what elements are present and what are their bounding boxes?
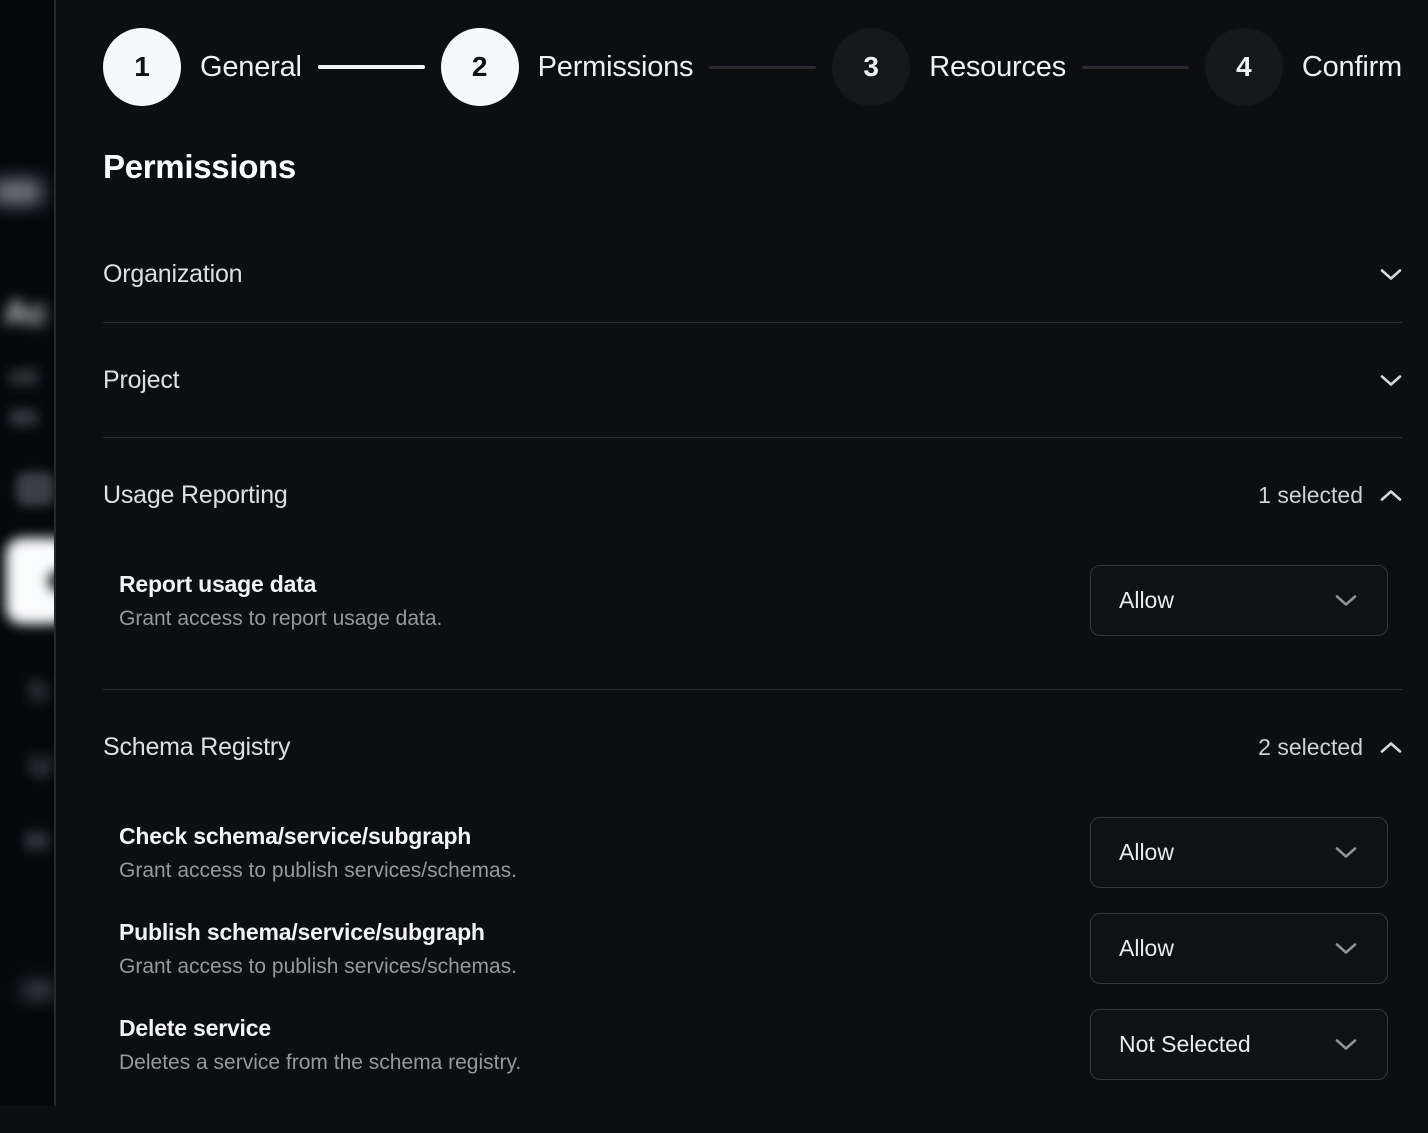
step-label: General [200,51,302,84]
wizard-stepper: 1 General 2 Permissions 3 Resources 4 Co… [103,28,1402,106]
step-permissions[interactable]: 2 Permissions [441,28,694,106]
section-title: Organization [103,260,242,289]
blurred-white-card [6,538,54,624]
create-wizard-panel: 1 General 2 Permissions 3 Resources 4 Co… [54,0,1428,1106]
delete-service-select[interactable]: Not Selected [1090,1009,1388,1080]
blurred-blob [22,982,54,998]
permission-description: Grant access to report usage data. [119,607,442,631]
permission-title: Report usage data [119,571,442,598]
section-header-project[interactable]: Project [103,323,1402,437]
permission-description: Deletes a service from the schema regist… [119,1051,521,1075]
select-value: Not Selected [1119,1031,1251,1058]
section-header-usage-reporting[interactable]: Usage Reporting 1 selected [103,438,1402,552]
section-title: Usage Reporting [103,481,288,510]
permission-title: Delete service [119,1015,521,1042]
step-number: 2 [441,28,519,106]
blurred-blob [0,180,42,204]
permission-items: Report usage data Grant access to report… [103,565,1402,689]
permission-item: Delete service Deletes a service from th… [119,1009,1402,1080]
step-connector [1082,66,1189,69]
blurred-text-fragment: co [10,360,37,391]
section-organization: Organization [103,226,1402,323]
selected-count: 1 selected [1258,482,1363,509]
background-app-sidebar: Ac co as Ti U H [0,0,54,1106]
chevron-down-icon [1335,1038,1357,1051]
permission-text: Report usage data Grant access to report… [119,571,442,631]
permission-items: Check schema/service/subgraph Grant acce… [103,817,1402,1133]
section-header-organization[interactable]: Organization [103,226,1402,322]
select-value: Allow [1119,839,1174,866]
permission-text: Publish schema/service/subgraph Grant ac… [119,919,517,979]
chevron-down-icon [1380,374,1402,387]
chevron-up-icon [1380,489,1402,502]
chevron-down-icon [1335,594,1357,607]
step-general[interactable]: 1 General [103,28,302,106]
section-meta: 2 selected [1258,734,1402,761]
blurred-icon [16,472,54,506]
blurred-text-fragment: U [30,750,51,783]
blurred-text-fragment: as [10,400,37,431]
select-value: Allow [1119,587,1174,614]
step-number: 3 [832,28,910,106]
publish-schema-service-subgraph-select[interactable]: Allow [1090,913,1388,984]
permission-description: Grant access to publish services/schemas… [119,859,517,883]
step-label: Confirm [1302,51,1402,84]
step-confirm[interactable]: 4 Confirm [1205,28,1402,106]
section-title: Schema Registry [103,733,290,762]
section-title: Project [103,366,179,395]
blurred-text-fragment: Ac [4,294,47,333]
section-project: Project [103,323,1402,438]
step-connector [318,65,425,69]
select-value: Allow [1119,935,1174,962]
chevron-down-icon [1335,846,1357,859]
chevron-down-icon [1335,942,1357,955]
chevron-up-icon [1380,741,1402,754]
section-header-schema-registry[interactable]: Schema Registry 2 selected [103,690,1402,804]
step-number: 1 [103,28,181,106]
step-label: Resources [929,51,1066,84]
section-schema-registry: Schema Registry 2 selected Check schema/… [103,690,1402,1133]
permission-title: Publish schema/service/subgraph [119,919,517,946]
permission-description: Grant access to publish services/schemas… [119,955,517,979]
report-usage-data-select[interactable]: Allow [1090,565,1388,636]
check-schema-service-subgraph-select[interactable]: Allow [1090,817,1388,888]
permissions-sections: Organization Project Usage Reporting 1 s… [103,226,1402,1133]
step-number: 4 [1205,28,1283,106]
permission-item: Report usage data Grant access to report… [119,565,1402,636]
section-meta [1380,268,1402,281]
permission-item: Check schema/service/subgraph Grant acce… [119,817,1402,888]
blurred-text-fragment: Ti [26,678,48,709]
permission-text: Check schema/service/subgraph Grant acce… [119,823,517,883]
step-connector [709,66,816,69]
permission-title: Check schema/service/subgraph [119,823,517,850]
step-resources[interactable]: 3 Resources [832,28,1066,106]
permission-text: Delete service Deletes a service from th… [119,1015,521,1075]
section-meta: 1 selected [1258,482,1402,509]
step-label: Permissions [538,51,694,84]
permission-item: Publish schema/service/subgraph Grant ac… [119,913,1402,984]
page-title: Permissions [103,148,1402,186]
blurred-text-fragment: H [26,826,47,859]
selected-count: 2 selected [1258,734,1363,761]
section-usage-reporting: Usage Reporting 1 selected Report usage … [103,438,1402,690]
section-meta [1380,374,1402,387]
chevron-down-icon [1380,268,1402,281]
